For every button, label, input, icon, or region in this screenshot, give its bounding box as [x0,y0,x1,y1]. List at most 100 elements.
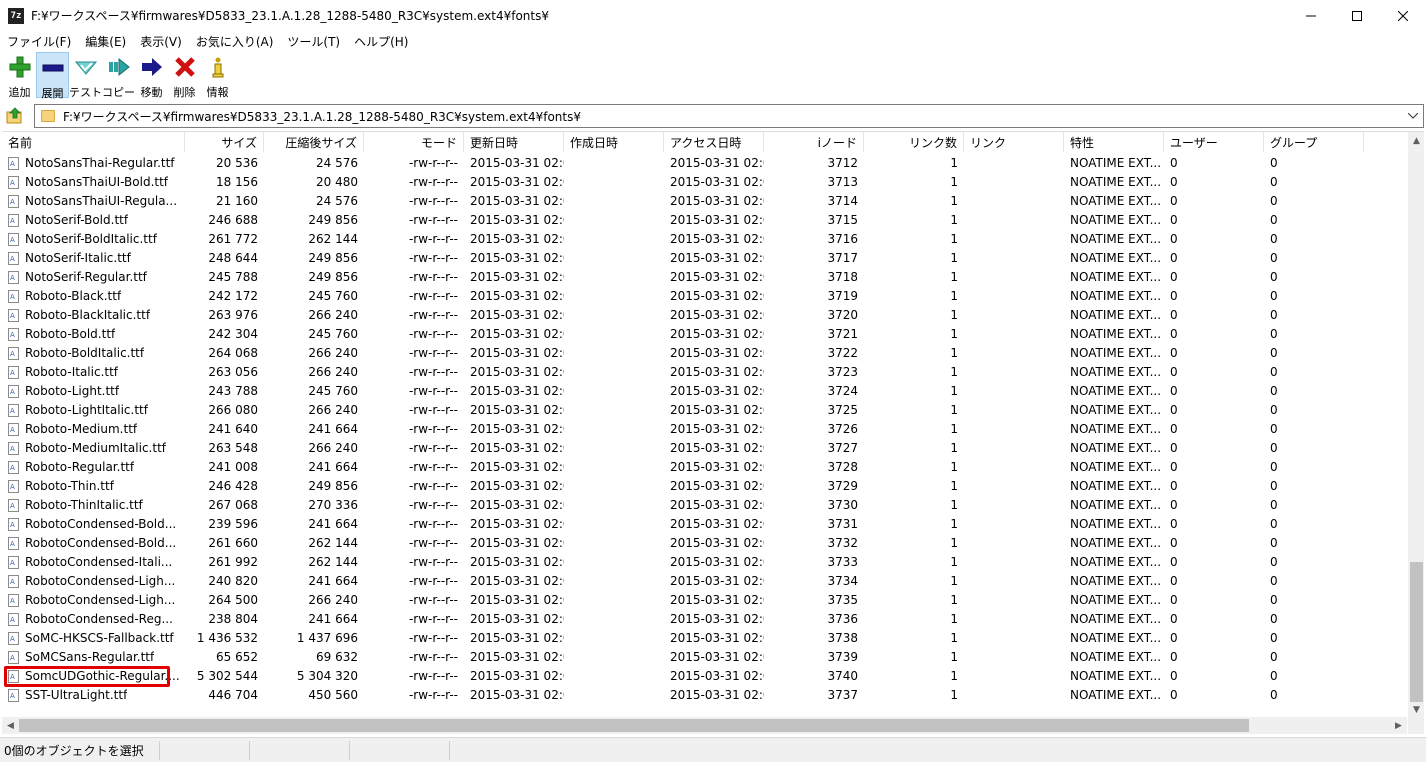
path-combobox[interactable]: F:¥ワークスペース¥firmwares¥D5833_23.1.A.1.28_1… [34,104,1424,128]
maximize-button[interactable] [1334,0,1380,31]
file-inode: 3730 [827,498,858,512]
delete-button[interactable]: 削除 [168,52,201,99]
column-group[interactable]: グループ [1264,132,1364,152]
copy-button[interactable]: コピー [102,52,135,99]
menu-file[interactable]: ファイル(F) [0,33,78,50]
file-modified: 2015-03-31 02:09 [470,460,564,474]
table-row[interactable]: RobotoCondensed-Reg... 238 804 241 664 -rw-… [2,610,1407,629]
file-size: 246 688 [208,213,258,227]
minimize-button[interactable] [1288,0,1334,31]
column-inode[interactable]: iノード [764,132,864,152]
file-modified: 2015-03-31 02:09 [470,270,564,284]
table-row[interactable]: Roboto-Regular.ttf 241 008 241 664 -rw-r--r… [2,458,1407,477]
file-accessed: 2015-03-31 02:09 [670,536,764,550]
file-link [964,515,1064,534]
file-name-text: Roboto-LightItalic.ttf [25,403,148,417]
table-row[interactable]: NotoSansThai-Regular.ttf 20 536 24 576 -rw-… [2,154,1407,173]
up-folder-button[interactable] [2,103,28,129]
column-name[interactable]: 名前 [2,132,185,152]
file-name: Roboto-BoldItalic.ttf [2,344,185,363]
vertical-scroll-thumb[interactable] [1410,562,1423,702]
scroll-right-icon[interactable]: ▶ [1390,717,1407,734]
file-name-text: NotoSerif-Italic.ttf [25,251,131,265]
font-file-icon [8,233,19,246]
table-row[interactable]: Roboto-Light.ttf 243 788 245 760 -rw-r--r--… [2,382,1407,401]
table-row[interactable]: SomcUDGothic-Regular.... 5 302 544 5 304 3… [2,666,1407,687]
table-row[interactable]: Roboto-BoldItalic.ttf 264 068 266 240 -rw-r… [2,344,1407,363]
table-row[interactable]: Roboto-BlackItalic.ttf 263 976 266 240 -rw-… [2,306,1407,325]
file-created [564,458,664,477]
menu-edit[interactable]: 編集(E) [78,33,133,50]
scroll-left-icon[interactable]: ◀ [2,717,19,734]
table-row[interactable]: SoMCSans-Regular.ttf 65 652 69 632 -rw-r--r… [2,648,1407,667]
column-attributes[interactable]: 特性 [1064,132,1164,152]
column-mode[interactable]: モード [364,132,464,152]
address-bar: F:¥ワークスペース¥firmwares¥D5833_23.1.A.1.28_1… [0,102,1426,130]
table-row[interactable]: Roboto-Italic.ttf 263 056 266 240 -rw-r--r-… [2,363,1407,382]
table-row[interactable]: NotoSerif-BoldItalic.ttf 261 772 262 144 -r… [2,230,1407,249]
file-group: 0 [1270,460,1278,474]
table-row[interactable]: RobotoCondensed-Itali... 261 992 262 144 -r… [2,553,1407,572]
table-row[interactable]: NotoSansThaiUI-Bold.ttf 18 156 20 480 -rw-r… [2,173,1407,192]
font-file-icon [8,290,19,303]
table-row[interactable]: RobotoCondensed-Bold... 261 660 262 144 -rw… [2,534,1407,553]
table-row[interactable]: Roboto-Medium.ttf 241 640 241 664 -rw-r--r-… [2,420,1407,439]
column-link-count[interactable]: リンク数 [864,132,964,152]
move-button[interactable]: 移動 [135,52,168,99]
table-row[interactable]: RobotoCondensed-Bold... 239 596 241 664 -rw… [2,515,1407,534]
test-button[interactable]: テスト [69,52,102,99]
chevron-down-icon[interactable] [1406,109,1420,123]
file-inode: 3732 [827,536,858,550]
horizontal-scroll-thumb[interactable] [19,719,1249,732]
column-accessed[interactable]: アクセス日時 [664,132,764,152]
menu-view[interactable]: 表示(V) [133,33,189,50]
table-row[interactable]: Roboto-MediumItalic.ttf 263 548 266 240 -rw… [2,439,1407,458]
file-accessed: 2015-03-31 02:09 [670,631,764,645]
file-user: 0 [1170,612,1178,626]
info-button[interactable]: 情報 [201,52,234,99]
file-modified: 2015-03-31 02:09 [470,479,564,493]
file-accessed: 2015-03-31 02:09 [670,479,764,493]
table-row[interactable]: NotoSerif-Regular.ttf 245 788 249 856 -rw-r… [2,268,1407,287]
table-row[interactable]: SST-UltraLight.ttf 446 704 450 560 -rw-r--r… [2,686,1407,705]
column-user[interactable]: ユーザー [1164,132,1264,152]
table-row[interactable]: NotoSerif-Italic.ttf 248 644 249 856 -rw-r-… [2,249,1407,268]
add-button[interactable]: 追加 [3,52,36,99]
horizontal-scrollbar[interactable]: ◀ ▶ [2,717,1407,734]
column-modified[interactable]: 更新日時 [464,132,564,152]
table-row[interactable]: NotoSansThaiUI-Regula... 21 160 24 576 -rw-… [2,192,1407,211]
file-inode: 3729 [827,479,858,493]
file-name-text: Roboto-Italic.ttf [25,365,119,379]
vertical-scrollbar[interactable]: ▲ ▼ [1408,132,1424,718]
file-created [564,591,664,610]
column-link[interactable]: リンク [964,132,1064,152]
table-row[interactable]: NotoSerif-Bold.ttf 246 688 249 856 -rw-r--r… [2,211,1407,230]
column-packed-size[interactable]: 圧縮後サイズ [264,132,364,152]
scroll-down-icon[interactable]: ▼ [1408,701,1424,718]
file-modified: 2015-03-31 02:09 [470,441,564,455]
table-row[interactable]: RobotoCondensed-Ligh... 240 820 241 664 -rw… [2,572,1407,591]
table-row[interactable]: RobotoCondensed-Ligh... 264 500 266 240 -rw… [2,591,1407,610]
menu-favorites[interactable]: お気に入り(A) [189,33,281,50]
file-modified: 2015-03-31 02:09 [470,213,564,227]
table-row[interactable]: SoMC-HKSCS-Fallback.ttf 1 436 532 1 437 69… [2,629,1407,648]
menu-help[interactable]: ヘルプ(H) [347,33,415,50]
scroll-up-icon[interactable]: ▲ [1408,132,1424,149]
file-list[interactable]: 名前 サイズ 圧縮後サイズ モード 更新日時 作成日時 アクセス日時 iノード … [2,131,1424,735]
table-row[interactable]: Roboto-ThinItalic.ttf 267 068 270 336 -rw-r… [2,496,1407,515]
font-file-icon [8,689,19,702]
extract-button[interactable]: 展開 [36,52,69,100]
table-row[interactable]: Roboto-Thin.ttf 246 428 249 856 -rw-r--r-- 2… [2,477,1407,496]
font-file-icon [8,537,19,550]
file-name-text: Roboto-Bold.ttf [25,327,116,341]
column-size[interactable]: サイズ [185,132,264,152]
table-row[interactable]: Roboto-Black.ttf 242 172 245 760 -rw-r--r--… [2,287,1407,306]
table-row[interactable]: Roboto-Bold.ttf 242 304 245 760 -rw-r--r-- 2… [2,325,1407,344]
move-arrow-icon [140,56,164,78]
file-name: Roboto-Thin.ttf [2,477,185,496]
file-name-text: Roboto-MediumItalic.ttf [25,441,166,455]
menu-tools[interactable]: ツール(T) [280,33,347,50]
column-created[interactable]: 作成日時 [564,132,664,152]
table-row[interactable]: Roboto-LightItalic.ttf 266 080 266 240 -rw-… [2,401,1407,420]
close-button[interactable] [1380,0,1426,31]
